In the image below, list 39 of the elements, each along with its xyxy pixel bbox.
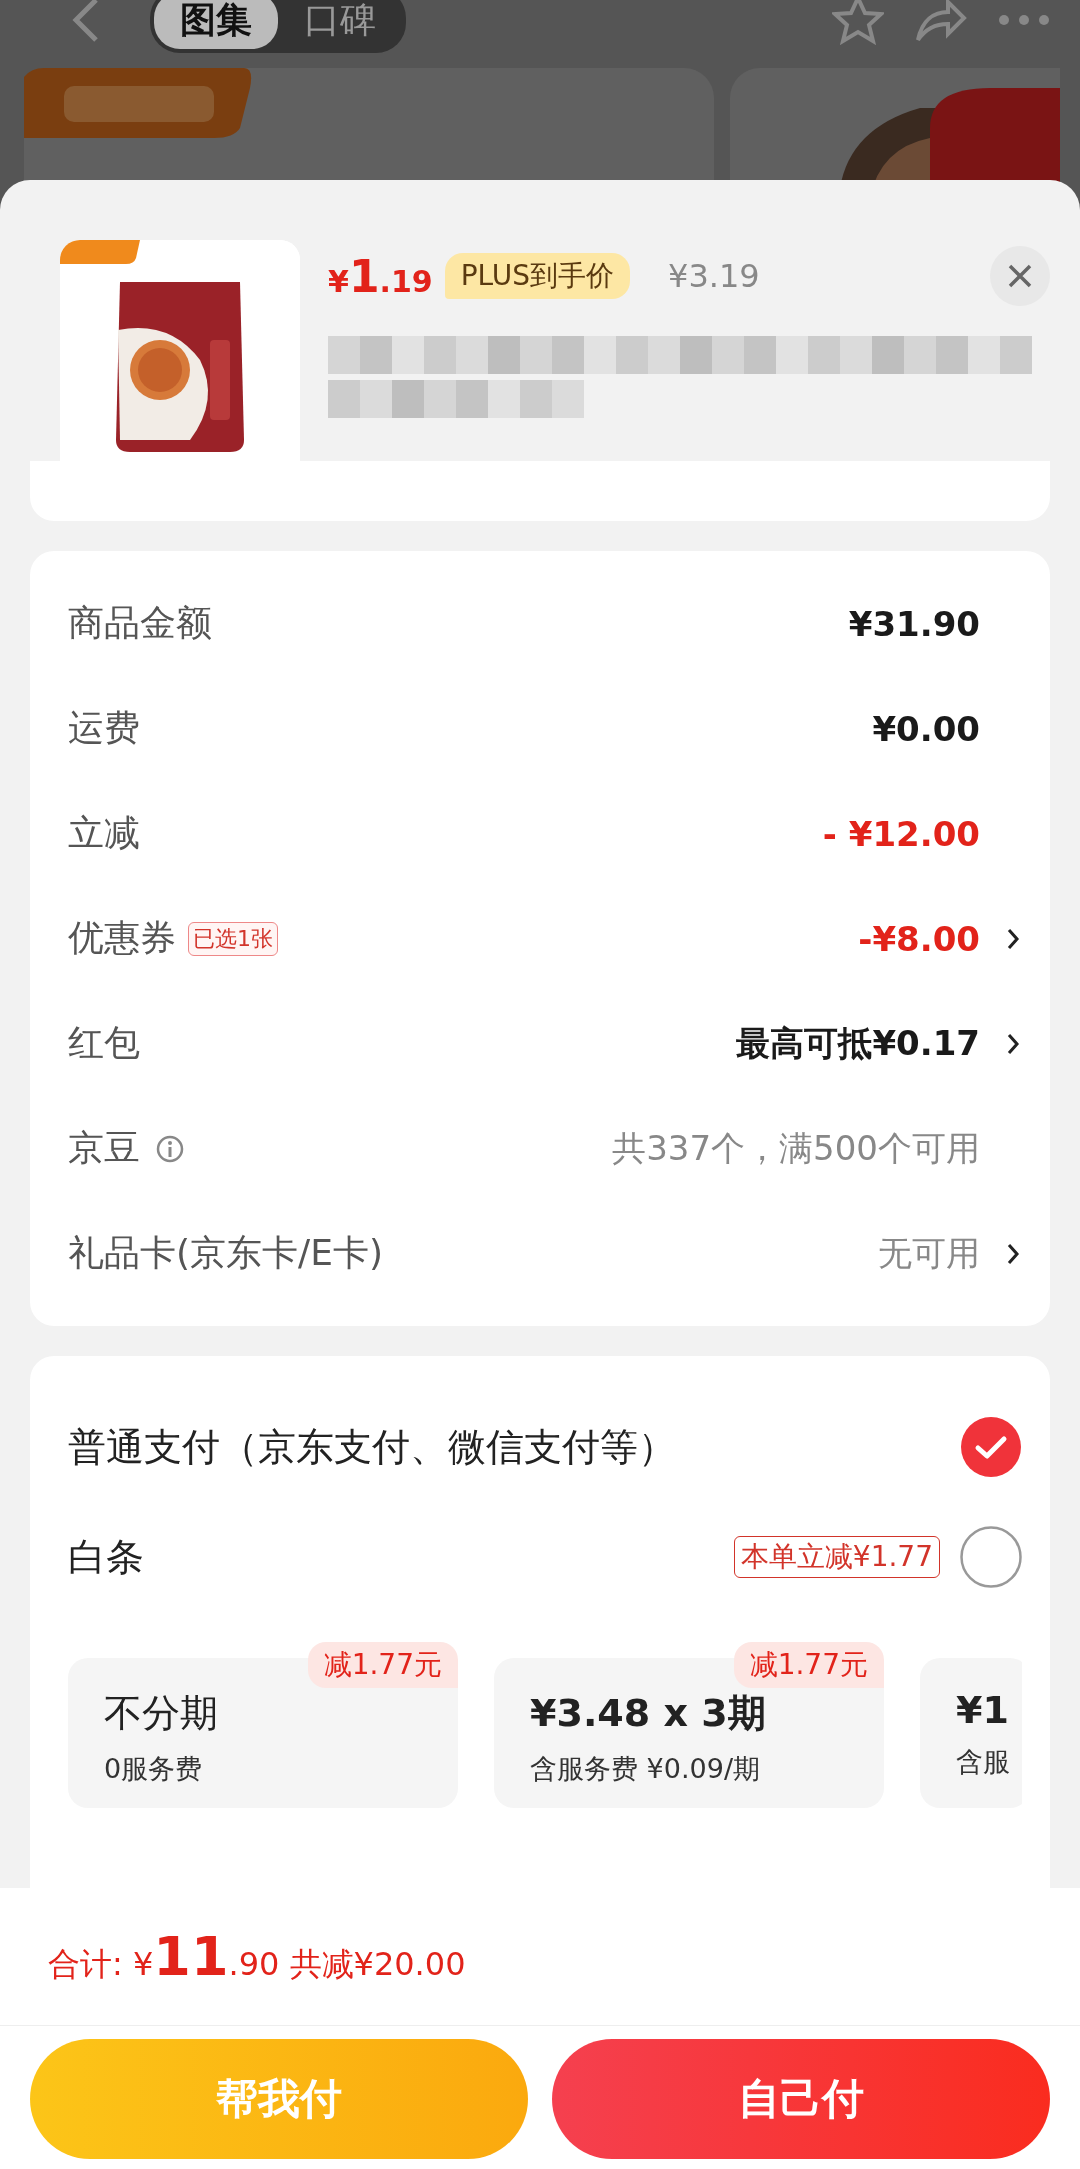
- original-price: ¥3.19: [668, 257, 760, 295]
- discount-tag: 减1.77元: [733, 1642, 884, 1688]
- fee-label: 优惠券: [68, 916, 176, 960]
- tab[interactable]: 口碑: [278, 0, 402, 49]
- fee-label: 红包: [68, 1021, 140, 1065]
- back-icon[interactable]: [70, 0, 100, 44]
- chevron-icon[interactable]: [1006, 926, 1020, 951]
- share-icon[interactable]: [914, 0, 968, 44]
- discount-tag: 减1.77元: [307, 1642, 458, 1688]
- price: ¥1.19: [328, 250, 433, 302]
- payment-method-label: 普通支付（京东支付、微信支付等）: [68, 1423, 676, 1471]
- fee-label: 运费: [68, 706, 140, 750]
- chevron-icon[interactable]: [1006, 1241, 1020, 1266]
- price-tag: PLUS到手价: [444, 253, 630, 299]
- selected-count-tag: 已选1张: [188, 921, 278, 956]
- checked-radio[interactable]: [960, 1416, 1022, 1478]
- total-amount: 合计: ¥11.90 共减¥20.00: [48, 1925, 466, 1988]
- fee-value: ¥31.90: [848, 603, 980, 644]
- installment-option[interactable]: ¥1 含服: [920, 1658, 1022, 1808]
- fee-value: - ¥12.00: [822, 813, 980, 854]
- more-icon[interactable]: [998, 14, 1050, 26]
- chevron-icon[interactable]: [1006, 1031, 1020, 1056]
- fee-label: 立减: [68, 811, 140, 855]
- radio-button[interactable]: [960, 1526, 1022, 1588]
- pay-button[interactable]: 自己付: [552, 2039, 1050, 2159]
- star-icon[interactable]: [832, 0, 884, 45]
- discount-tag: 本单立减¥1.77: [733, 1536, 940, 1578]
- fee-label: 商品金额: [68, 601, 212, 645]
- fee-label: 礼品卡(京东卡/E卡): [68, 1231, 383, 1275]
- fee-value: 无可用: [878, 1231, 980, 1275]
- fee-value: 最高可抵¥0.17: [736, 1021, 980, 1065]
- fee-value: 共337个，满500个可用: [612, 1126, 980, 1170]
- close-icon: [1007, 263, 1033, 289]
- payment-method-label: 白条: [68, 1533, 144, 1581]
- tab[interactable]: 图集: [154, 0, 278, 49]
- info-icon[interactable]: [156, 1134, 184, 1163]
- fee-label: 京豆: [68, 1126, 140, 1170]
- fee-value: -¥8.00: [858, 918, 980, 959]
- fee-value: ¥0.00: [872, 708, 980, 749]
